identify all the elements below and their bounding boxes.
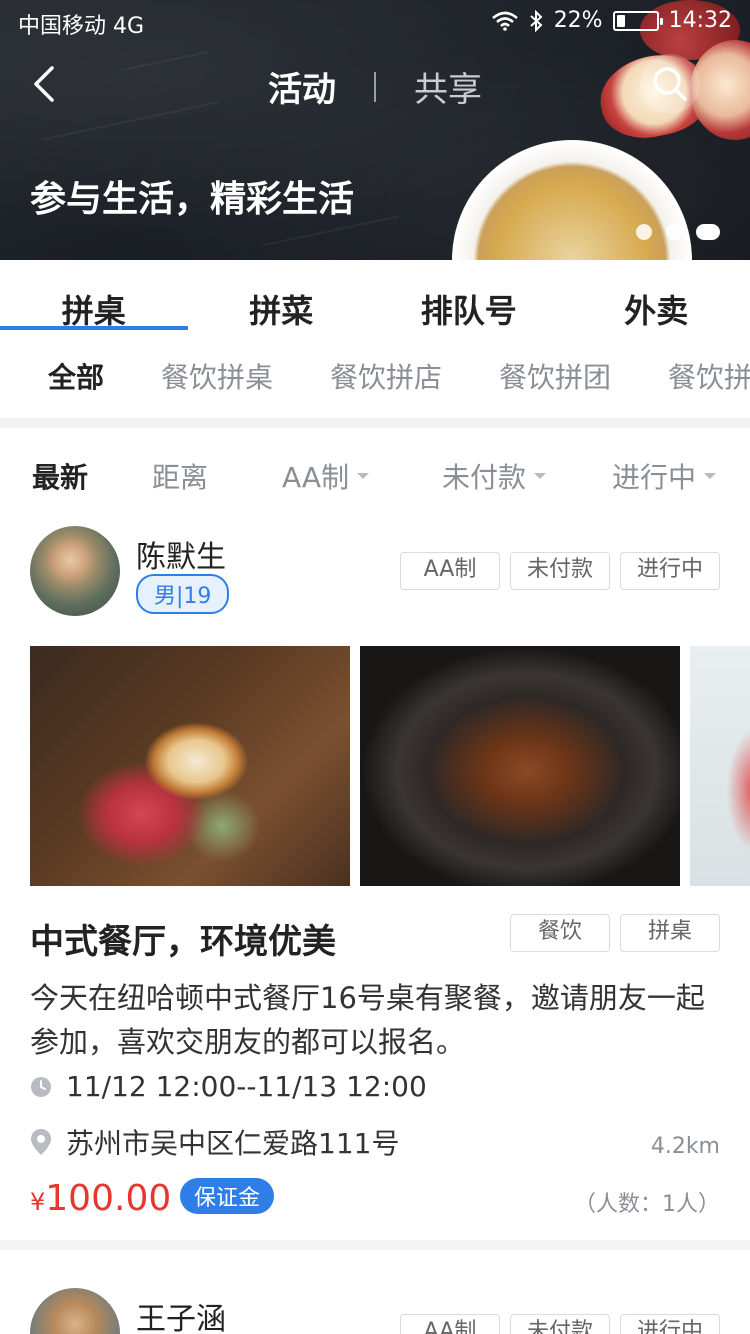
search-button[interactable] — [640, 54, 700, 114]
deposit-badge: 保证金 — [180, 1178, 275, 1214]
main-tab[interactable]: 拼桌 — [0, 260, 188, 330]
sub-tab[interactable]: 餐饮拼团 — [499, 356, 611, 396]
filter-progress-label: 进行中 — [612, 461, 697, 494]
filter-pay-status-label: 未付款 — [442, 461, 527, 494]
tag-unpaid: 未付款 — [510, 1314, 610, 1334]
sub-tab[interactable]: 全部 — [48, 356, 104, 396]
main-tab[interactable]: 拼菜 — [188, 260, 376, 330]
tab-activity[interactable]: 活动 — [268, 62, 336, 111]
battery-percent: 22% — [553, 8, 603, 33]
banner-slogan: 参与生活，精彩生活 — [30, 179, 355, 220]
price-value: 100.00 — [45, 1178, 172, 1219]
distance: 4.2km — [650, 1134, 720, 1159]
time-row: 11/12 12:00--11/13 12:00 — [30, 1070, 427, 1103]
tag-in-progress: 进行中 — [620, 552, 720, 590]
people-count: （人数：1人） — [574, 1192, 720, 1217]
main-tab[interactable]: 排队号 — [375, 260, 563, 330]
sub-tabs: 全部 餐饮拼桌 餐饮拼店 餐饮拼团 餐饮拼 — [0, 350, 750, 400]
clock: 14:32 — [668, 8, 732, 33]
category-bar: 拼桌 拼菜 排队号 外卖 全部 餐饮拼桌 餐饮拼店 餐饮拼团 餐饮拼 — [0, 260, 750, 418]
address: 苏州市吴中区仁爱路111号 — [66, 1127, 400, 1160]
hero-banner[interactable]: 中国移动 4G 22% 14:32 活动 共享 参与生活，精彩生活 — [0, 0, 750, 260]
avatar[interactable] — [30, 526, 120, 616]
photo-gallery[interactable] — [30, 646, 750, 886]
wifi-icon — [491, 11, 518, 31]
tag-category-table: 拼桌 — [620, 914, 720, 952]
sub-tab[interactable]: 餐饮拼 — [668, 356, 750, 396]
sub-tab[interactable]: 餐饮拼桌 — [161, 356, 273, 396]
filter-latest-label: 最新 — [32, 461, 89, 494]
sub-tab[interactable]: 餐饮拼店 — [330, 356, 442, 396]
tag-aa: AA制 — [400, 1314, 500, 1334]
address-row[interactable]: 苏州市吴中区仁爱路111号 — [30, 1122, 399, 1162]
post-card[interactable]: 王子涵 AA制 未付款 进行中 — [0, 1250, 750, 1334]
user-name[interactable]: 王子涵 — [136, 1294, 226, 1334]
carousel-dot[interactable] — [696, 224, 720, 240]
time-range: 11/12 12:00--11/13 12:00 — [66, 1070, 427, 1103]
filter-bar: 最新 距离 AA制 未付款 进行中 — [0, 428, 750, 516]
carousel-indicator — [636, 224, 720, 240]
status-bar: 中国移动 4G 22% 14:32 — [0, 0, 750, 44]
pork-dish-photo[interactable] — [360, 646, 680, 886]
tab-share[interactable]: 共享 — [414, 62, 482, 111]
tag-unpaid: 未付款 — [510, 552, 610, 590]
filter-latest[interactable]: 最新 — [32, 456, 88, 496]
main-tabs: 拼桌 拼菜 排队号 外卖 — [0, 260, 750, 330]
carousel-dot[interactable] — [666, 224, 682, 240]
currency-symbol: ¥ — [30, 1188, 46, 1216]
filter-pay-status[interactable]: 未付款 — [442, 456, 547, 496]
bluetooth-icon — [530, 9, 543, 32]
filter-pay-type-label: AA制 — [282, 461, 350, 494]
tag-category-food: 餐饮 — [510, 914, 610, 952]
top-nav: 活动 共享 — [0, 50, 750, 120]
activity-list: 最新 距离 AA制 未付款 进行中 陈默生 男|19 AA制 未付款 进行中 中… — [0, 428, 750, 1240]
tag-aa: AA制 — [400, 552, 500, 590]
post-title: 中式餐厅，环境优美 — [30, 922, 336, 962]
price: ¥100.00 — [30, 1178, 171, 1219]
tab-divider — [374, 71, 376, 102]
post-description: 今天在纽哈顿中式餐厅16号桌有聚餐，邀请朋友一起参加，喜欢交朋友的都可以报名。 — [30, 981, 705, 1059]
battery-icon — [612, 10, 663, 31]
salad-dish-photo[interactable] — [690, 646, 750, 886]
caret-down-icon — [534, 473, 547, 479]
caret-down-icon — [357, 473, 370, 479]
search-icon — [653, 67, 687, 101]
avatar[interactable] — [30, 1288, 120, 1334]
filter-pay-type[interactable]: AA制 — [282, 456, 370, 496]
clock-icon — [31, 1076, 51, 1097]
caret-down-icon — [704, 473, 717, 479]
carrier-label: 中国移动 4G — [18, 14, 145, 39]
carousel-dot[interactable] — [636, 224, 652, 240]
tag-in-progress: 进行中 — [620, 1314, 720, 1334]
gender-age-badge: 男|19 — [136, 574, 230, 614]
scallop-dish-photo[interactable] — [30, 646, 350, 886]
user-name[interactable]: 陈默生 — [136, 532, 226, 576]
soup-bowl-image — [452, 140, 692, 260]
filter-progress[interactable]: 进行中 — [612, 456, 717, 496]
filter-distance[interactable]: 距离 — [152, 456, 208, 496]
filter-distance-label: 距离 — [152, 461, 209, 494]
main-tab[interactable]: 外卖 — [563, 260, 750, 330]
location-pin-icon — [31, 1129, 51, 1155]
